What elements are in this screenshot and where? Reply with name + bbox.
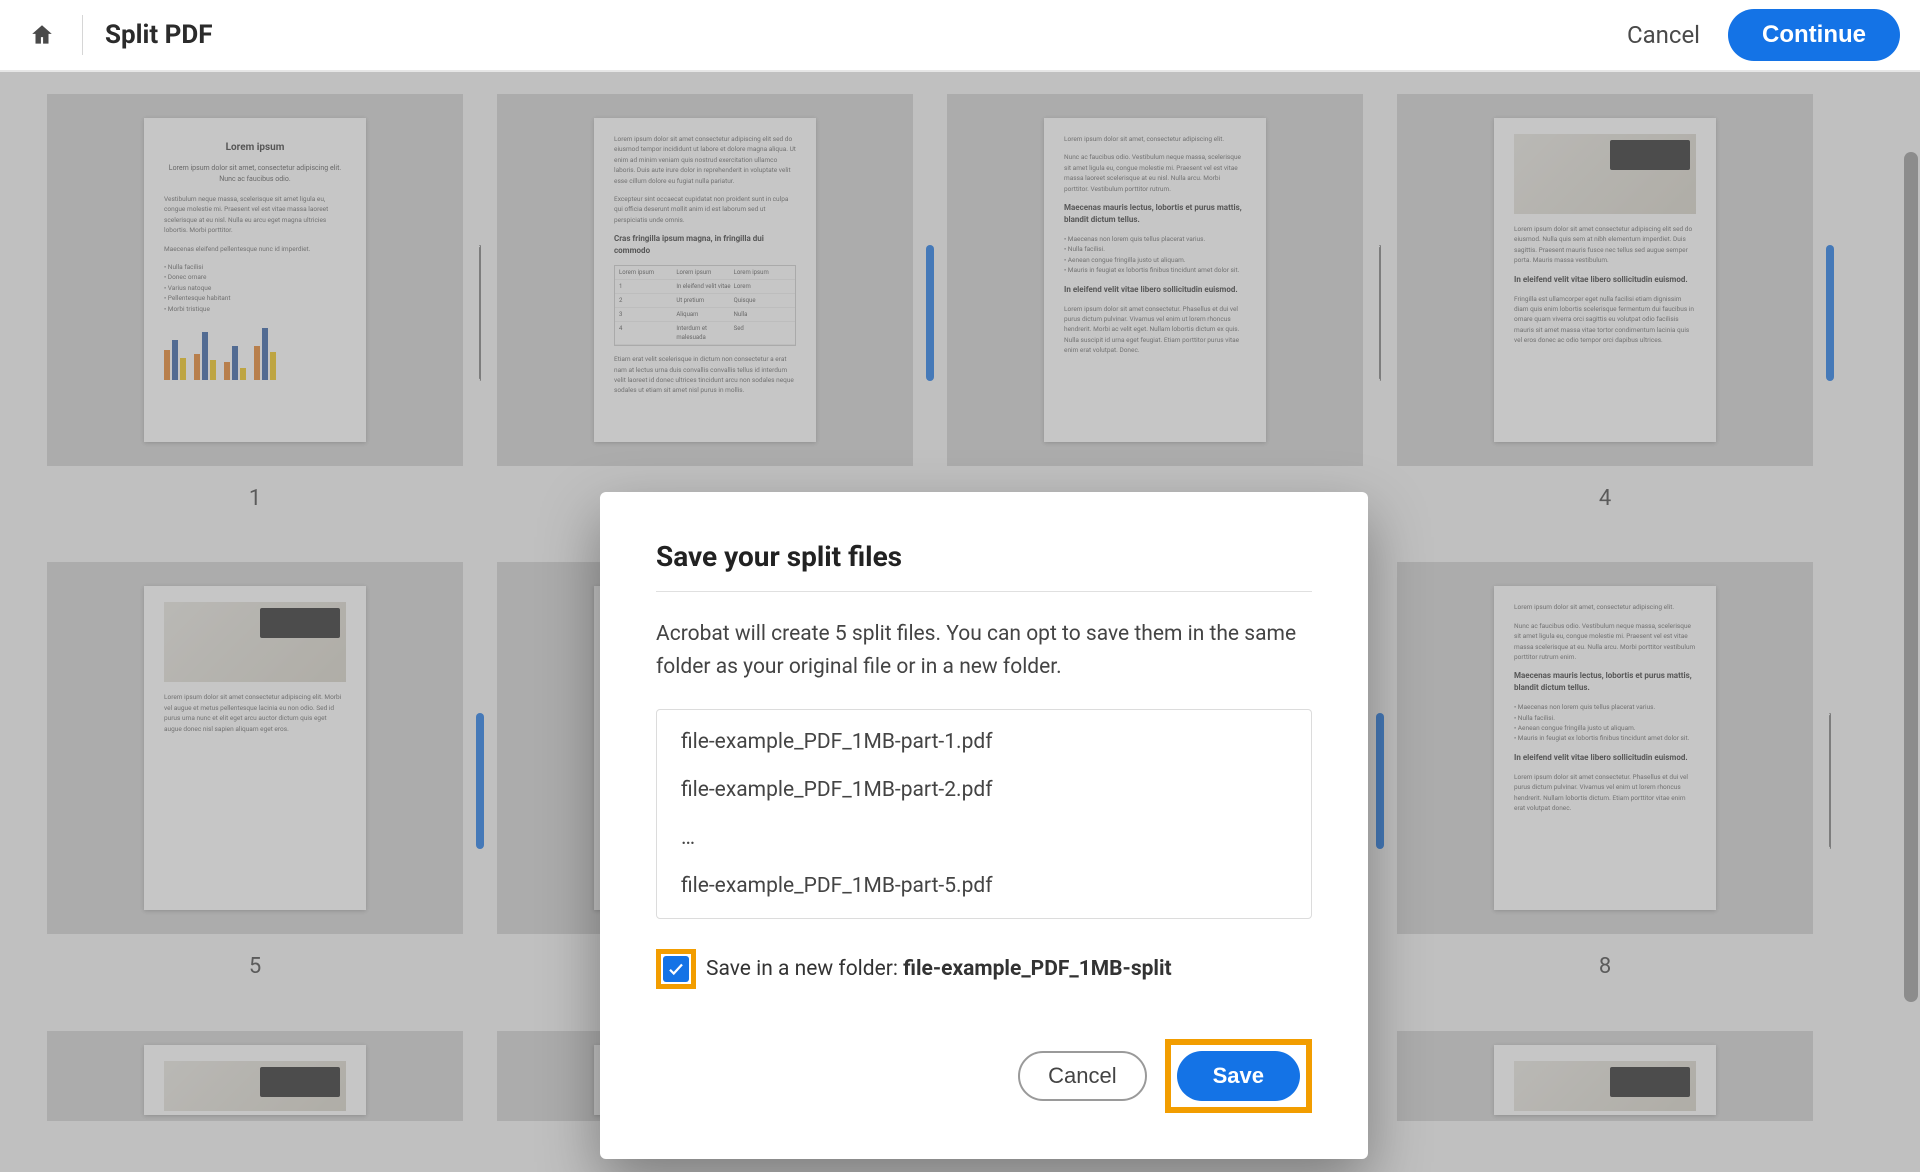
work-area: Lorem ipsum Lorem ipsum dolor sit amet, … [0, 72, 1920, 1172]
folder-option-row: Save in a new folder: file-example_PDF_1… [656, 949, 1312, 989]
header-cancel-link[interactable]: Cancel [1627, 21, 1700, 49]
file-list-item: file-example_PDF_1MB-part-1.pdf [657, 718, 1311, 766]
modal-title: Save your split files [656, 540, 1312, 573]
home-icon [29, 22, 55, 48]
scrollbar-thumb[interactable] [1904, 152, 1918, 1002]
checkmark-icon [667, 960, 685, 978]
modal-actions: Cancel Save [656, 1039, 1312, 1113]
save-modal: Save your split files Acrobat will creat… [600, 492, 1368, 1159]
highlight-box [656, 949, 696, 989]
file-list-item: file-example_PDF_1MB-part-2.pdf [657, 766, 1311, 814]
modal-save-button[interactable]: Save [1177, 1051, 1300, 1101]
modal-description: Acrobat will create 5 split files. You c… [656, 618, 1312, 683]
file-list: file-example_PDF_1MB-part-1.pdf file-exa… [656, 709, 1312, 919]
header-bar: Split PDF Cancel Continue [0, 0, 1920, 72]
home-button[interactable] [24, 17, 60, 53]
header-right: Cancel Continue [1627, 9, 1900, 61]
folder-name: file-example_PDF_1MB-split [903, 957, 1171, 981]
file-list-item: file-example_PDF_1MB-part-5.pdf [657, 862, 1311, 910]
folder-label: Save in a new folder: file-example_PDF_1… [706, 957, 1172, 981]
highlight-box: Save [1165, 1039, 1312, 1113]
header-left: Split PDF [24, 15, 213, 55]
file-list-item: … [657, 814, 1311, 862]
continue-button[interactable]: Continue [1728, 9, 1900, 61]
modal-divider [656, 591, 1312, 592]
scrollbar[interactable] [1902, 72, 1920, 1172]
page-title: Split PDF [105, 20, 213, 50]
folder-label-prefix: Save in a new folder: [706, 957, 903, 981]
header-divider [82, 15, 83, 55]
modal-cancel-button[interactable]: Cancel [1018, 1051, 1146, 1101]
save-new-folder-checkbox[interactable] [663, 956, 689, 982]
